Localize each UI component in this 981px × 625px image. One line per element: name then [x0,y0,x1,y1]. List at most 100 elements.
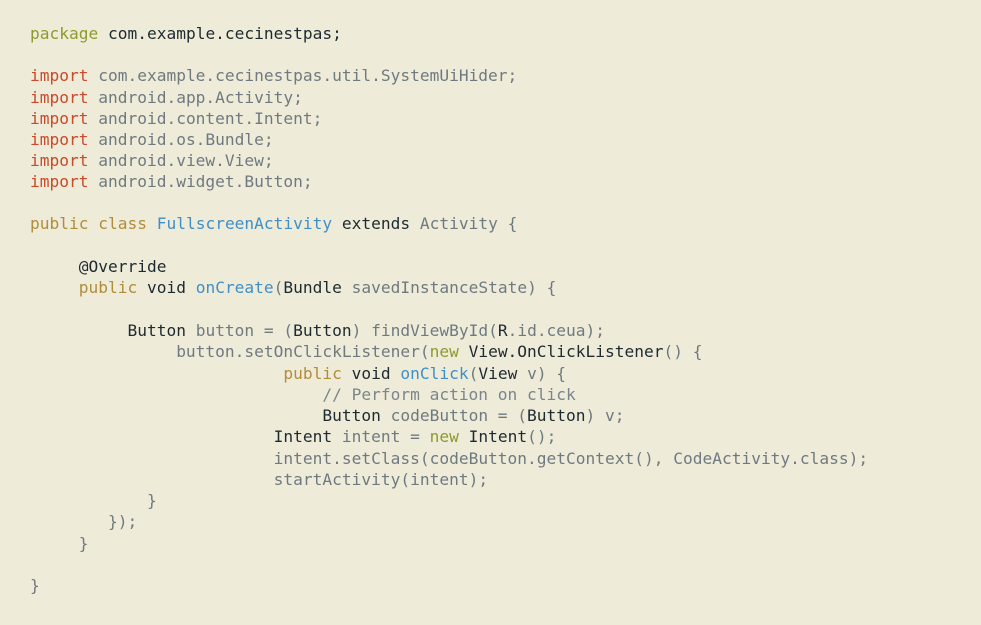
code-token: class [98,214,147,233]
code-token: import [30,109,89,128]
code-line: package com.example.cecinestpas; [30,23,342,44]
code-line: Button button = (Button) findViewById(R.… [30,320,605,341]
code-line: // Perform action on click [30,384,576,405]
code-token: import [30,88,89,107]
code-token: () { [663,342,703,361]
code-token: public [283,364,342,383]
code-token: onCreate [195,278,274,297]
code-line: public void onCreate(Bundle savedInstanc… [30,277,557,298]
code-token: .id.ceua); [507,321,606,340]
code-line: intent.setClass(codeButton.getContext(),… [30,448,869,469]
code-token: void [146,278,186,297]
code-token: android.content.Intent; [88,109,323,128]
code-token: Button [127,321,186,340]
code-token: import [30,130,89,149]
code-token: @Override [78,257,167,276]
code-token: (); [527,427,557,446]
code-token: ) v; [585,406,625,425]
code-token: new [429,342,459,361]
code-token: void [351,364,391,383]
code-line: startActivity(intent); [30,469,488,490]
code-token: android.os.Bundle; [88,130,274,149]
code-token: R [497,321,508,340]
code-token: FullscreenActivity [156,214,333,233]
code-line: import android.widget.Button; [30,171,313,192]
code-token: intent = [332,427,430,446]
code-token: import [30,151,89,170]
code-token: } [146,491,157,510]
code-token: ( [468,364,479,383]
code-editor[interactable]: package com.example.cecinestpas; import c… [0,0,981,625]
code-line: } [30,490,157,511]
code-token: button = ( [185,321,294,340]
code-token: import [30,66,89,85]
code-token: intent.setClass(codeButton.getContext(),… [273,449,869,468]
code-line: public void onClick(View v) { [30,363,566,384]
code-token: Activity { [410,214,518,233]
code-token: android.view.View; [88,151,274,170]
code-token: extends [341,214,411,233]
code-token: new [429,427,459,446]
code-token: ) findViewById( [351,321,498,340]
code-token: Button [322,406,381,425]
code-token: // Perform action on click [322,385,576,404]
code-token: ( [273,278,284,297]
code-token: button.setOnClickListener( [176,342,430,361]
code-token: Button [527,406,586,425]
code-line: import android.view.View; [30,150,274,171]
code-token: } [78,534,89,553]
code-token: package [30,24,99,43]
code-line: } [30,575,40,596]
code-token: public [78,278,138,297]
code-line: import android.content.Intent; [30,108,322,129]
code-line: }); [30,511,137,532]
code-token: View [478,364,518,383]
code-token: startActivity(intent); [273,470,489,489]
code-token: android.widget.Button; [88,172,313,191]
code-token: onClick [400,364,469,383]
code-token: Bundle [283,278,342,297]
code-token: Intent [468,427,528,446]
code-token: codeButton = ( [380,406,528,425]
code-line: import android.app.Activity; [30,87,303,108]
code-token: com.example.cecinestpas; [107,24,342,43]
code-line: Button codeButton = (Button) v; [30,405,625,426]
code-line: button.setOnClickListener(new View.OnCli… [30,341,702,362]
code-line: public class FullscreenActivity extends … [30,213,517,234]
code-token: public [30,214,89,233]
code-line: @Override [30,256,167,277]
code-token: v) { [517,364,567,383]
code-token: View.OnClickListener [468,342,664,361]
code-token: com.example.cecinestpas.util.SystemUiHid… [88,66,518,85]
code-line: import android.os.Bundle; [30,129,274,150]
code-token: } [30,576,40,595]
code-line: import com.example.cecinestpas.util.Syst… [30,65,517,86]
code-token: Intent [273,427,333,446]
code-line: Intent intent = new Intent(); [30,426,557,447]
code-token: savedInstanceState) { [341,278,557,297]
code-token: Button [293,321,352,340]
code-token: }); [107,512,138,531]
